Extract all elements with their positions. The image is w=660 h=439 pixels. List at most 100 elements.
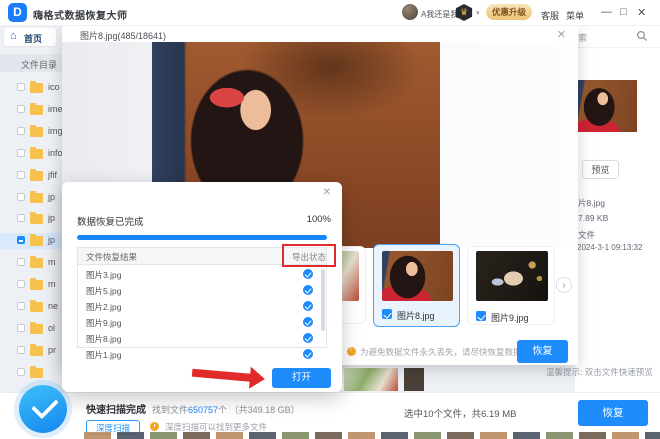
file-info-panel: 索 预览 片8.jpg 7.89 KB 文件 2024-3-1 09:13:32 — [575, 25, 660, 392]
folder-checkbox-indeterminate[interactable] — [17, 236, 25, 244]
sidebar-folder-jp-selected[interactable]: jp — [0, 233, 62, 249]
annotation-red-arrow — [189, 362, 271, 391]
folder-label: ime — [48, 104, 63, 114]
thumbnail-name: 图片8.jpg — [397, 309, 435, 322]
sidebar-folder-jp1[interactable]: jp — [0, 190, 62, 206]
table-row: 图片8.jpg — [78, 330, 326, 346]
folder-icon — [30, 171, 43, 181]
scan-complete-label: 快速扫描完成 — [86, 401, 146, 416]
file-type-value: 文件 — [578, 229, 595, 241]
search-icon[interactable] — [636, 30, 648, 42]
sidebar-folder-info[interactable]: info — [0, 146, 62, 162]
chevron-down-icon[interactable]: ▾ — [476, 9, 480, 17]
folder-label: ol — [48, 323, 55, 333]
thumbnail-card-selected[interactable]: 图片8.jpg — [373, 244, 460, 327]
folder-checkbox[interactable] — [17, 346, 25, 354]
folder-checkbox[interactable] — [17, 105, 25, 113]
scan-result-text: 找到文件650757个 （共349.18 GB） — [152, 403, 300, 416]
carousel-next-icon[interactable]: › — [556, 277, 572, 293]
export-success-icon — [303, 269, 313, 279]
recovery-file-table: 文件恢复结果 导出状态 图片3.jpg 图片5.jpg 图片2.jpg 图片9.… — [77, 247, 327, 348]
sidebar-folder-m2[interactable]: m — [0, 277, 62, 293]
sidebar-folder-ime[interactable]: ime — [0, 102, 62, 118]
folder-icon — [30, 193, 43, 203]
folder-checkbox[interactable] — [17, 83, 25, 91]
close-icon[interactable]: ✕ — [557, 28, 566, 41]
recover-button-main[interactable]: 恢复 — [578, 400, 648, 426]
divider — [575, 47, 660, 48]
folder-icon — [30, 346, 43, 356]
data-loss-warning: 为避免数据文件永久丢失，请尽快恢复数据。 — [360, 346, 530, 358]
folder-checkbox[interactable] — [17, 127, 25, 135]
sidebar-folder-jfif[interactable]: jfif — [0, 168, 62, 184]
sidebar-folder-jp2[interactable]: jp — [0, 211, 62, 227]
customer-service-button[interactable]: 客服 — [541, 9, 559, 22]
table-row: 图片3.jpg — [78, 266, 326, 282]
thumbnail-checkbox[interactable] — [382, 309, 392, 319]
sidebar-folder-pr[interactable]: pr — [0, 343, 62, 359]
background-thumbnail — [344, 368, 398, 391]
folder-checkbox[interactable] — [17, 171, 25, 179]
selected-file-preview-thumbnail[interactable] — [578, 80, 637, 132]
file-time-value: 2024-3-1 09:13:32 — [577, 243, 642, 252]
folder-icon — [30, 127, 43, 137]
home-label: 首页 — [24, 32, 42, 45]
annotation-red-box — [282, 244, 336, 267]
upgrade-button[interactable]: 优惠升级 — [486, 4, 532, 20]
thumbnail-strip — [84, 432, 660, 439]
folder-label: ico — [48, 82, 60, 92]
close-icon[interactable]: ✕ — [323, 187, 331, 198]
window-minimize-button[interactable]: — — [601, 6, 612, 18]
preview-button[interactable]: 预览 — [582, 160, 619, 179]
folder-icon — [30, 236, 43, 246]
folder-checkbox[interactable] — [17, 149, 25, 157]
sidebar-folder-partial[interactable] — [0, 365, 62, 381]
thumbnail-image — [382, 251, 453, 301]
folder-checkbox[interactable] — [17, 368, 25, 376]
sidebar-folder-ico[interactable]: ico — [0, 80, 62, 96]
sidebar-folder-m1[interactable]: m — [0, 255, 62, 271]
folder-icon — [30, 105, 43, 115]
folder-checkbox[interactable] — [17, 214, 25, 222]
open-button[interactable]: 打开 — [272, 368, 331, 388]
recover-button[interactable]: 恢复 — [517, 340, 568, 363]
file-name: 图片5.jpg — [86, 285, 121, 297]
sidebar-folder-ol[interactable]: ol — [0, 321, 62, 337]
folder-label: m — [48, 257, 56, 267]
export-success-icon — [303, 333, 313, 343]
user-avatar[interactable] — [402, 4, 418, 20]
found-count[interactable]: 650757 — [188, 405, 218, 415]
sidebar-folder-ne[interactable]: ne — [0, 299, 62, 315]
deep-scan-hint-icon — [150, 422, 159, 431]
menu-button[interactable]: 菜单 — [566, 9, 584, 22]
folder-label: pr — [48, 345, 56, 355]
folder-label: m — [48, 279, 56, 289]
scrollbar[interactable] — [321, 269, 325, 331]
window-maximize-button[interactable]: □ — [620, 6, 627, 18]
folder-icon — [30, 368, 43, 378]
thumbnail-name: 图片9.jpg — [491, 311, 529, 324]
sidebar-folder-img[interactable]: img — [0, 124, 62, 140]
file-name: 图片2.jpg — [86, 301, 121, 313]
folder-checkbox[interactable] — [17, 302, 25, 310]
found-suffix: 个 （共349.18 GB） — [218, 405, 300, 415]
file-directory-label: 文件目录 — [21, 58, 57, 71]
app-logo: D — [8, 3, 27, 22]
folder-icon — [30, 258, 43, 268]
thumbnail-checkbox[interactable] — [476, 311, 486, 321]
folder-checkbox[interactable] — [17, 324, 25, 332]
folder-checkbox[interactable] — [17, 280, 25, 288]
folder-checkbox[interactable] — [17, 193, 25, 201]
selection-summary: 选中10个文件，共6.19 MB — [404, 406, 516, 420]
search-input[interactable]: 索 — [578, 31, 587, 44]
folder-checkbox[interactable] — [17, 258, 25, 266]
progress-bar — [77, 235, 327, 240]
recovery-percent: 100% — [307, 214, 331, 225]
folder-label: ne — [48, 301, 58, 311]
thumbnail-card[interactable]: 图片9.jpg — [467, 246, 555, 325]
window-close-button[interactable]: ✕ — [637, 6, 646, 19]
home-tab[interactable]: ⌂ 首页 — [4, 28, 56, 46]
file-directory-header: 文件目录 — [0, 54, 62, 72]
home-icon: ⌂ — [10, 30, 17, 42]
folder-label: jp — [48, 192, 55, 202]
